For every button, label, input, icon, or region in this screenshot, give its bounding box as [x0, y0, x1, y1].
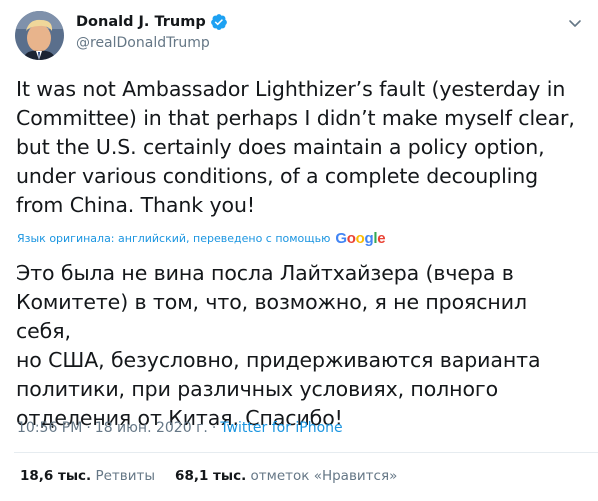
- meta-separator: ·: [211, 420, 217, 436]
- divider: [14, 452, 598, 453]
- translation-note-text: Язык оригинала: английский, переведено с…: [17, 232, 331, 245]
- chevron-down-icon[interactable]: [566, 14, 584, 32]
- likes-label: отметок «Нравится»: [250, 468, 398, 484]
- retweets-count: 18,6 тыс.: [20, 468, 92, 484]
- google-logo: Google: [335, 230, 386, 247]
- tweet-time[interactable]: 10:56 PM: [17, 420, 82, 436]
- meta-separator: ·: [86, 420, 91, 436]
- author-name-row[interactable]: Donald J. Trump: [76, 13, 228, 31]
- tweet-source-link[interactable]: Twitter for iPhone: [220, 420, 342, 436]
- translated-text: Это была не вина посла Лайтхайзера (вчер…: [16, 261, 541, 430]
- likes-count: 68,1 тыс.: [175, 468, 247, 484]
- retweets-stat[interactable]: 18,6 тыс. Ретвиты: [20, 468, 155, 484]
- tweet-stats: 18,6 тыс. Ретвиты 68,1 тыс. отметок «Нра…: [20, 468, 397, 484]
- tweet-meta: 10:56 PM · 18 июн. 2020 г. · Twitter for iPh…: [17, 420, 343, 436]
- author-handle[interactable]: @realDonaldTrump: [76, 35, 210, 51]
- translation-note[interactable]: Язык оригинала: английский, переведено с…: [17, 230, 386, 247]
- tweet-date[interactable]: 18 июн. 2020 г.: [95, 420, 208, 436]
- avatar-image: [15, 11, 64, 60]
- likes-stat[interactable]: 68,1 тыс. отметок «Нравится»: [175, 468, 397, 484]
- avatar[interactable]: [15, 11, 64, 60]
- retweets-label: Ретвиты: [95, 468, 156, 484]
- tweet-text: It was not Ambassador Lighthizer’s fault…: [16, 77, 575, 217]
- verified-badge-icon: [210, 13, 228, 31]
- display-name[interactable]: Donald J. Trump: [76, 14, 206, 30]
- tweet-card: Donald J. Trump @realDonaldTrump It was …: [0, 0, 598, 501]
